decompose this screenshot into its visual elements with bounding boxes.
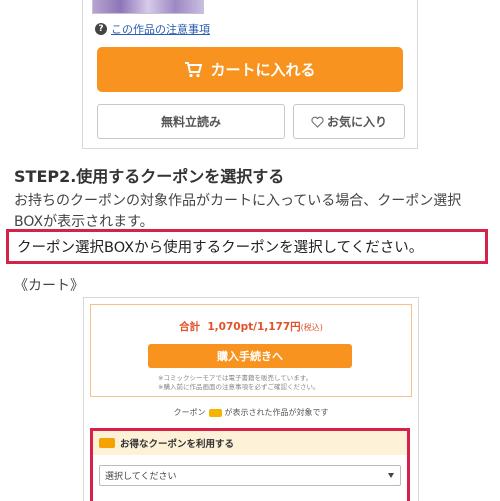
dropdown-arrow-icon [388,473,394,478]
highlighted-instruction: クーポン選択BOXから使用するクーポンを選択してください。 [6,229,488,264]
step-title: STEP2.使用するクーポンを選択する [14,167,285,186]
total-value: 1,070pt/1,177円 [207,321,301,333]
coupon-header: お得なクーポンを利用する [93,431,407,455]
free-trial-label: 無料立読み [160,115,221,129]
coupon-selection-box: お得なクーポンを利用する 選択してください [90,428,410,501]
checkout-label: 購入手続きへ [217,350,283,363]
coupon-ticket-icon [208,408,222,417]
coupon-target-after: が表示された作品が対象です [224,408,329,417]
total-prefix: 合計 [179,321,201,333]
product-card: ? この作品の注意事項 カートに入れる 無料立読み お気に入り [82,0,418,149]
total-tax: (税込) [300,323,323,332]
coupon-header-label: お得なクーポンを利用する [120,439,235,450]
highlighted-instruction-text: クーポン選択BOXから使用するクーポンを選択してください。 [17,240,424,256]
thumbnail-image [92,0,204,14]
coupon-select[interactable]: 選択してください [99,465,401,486]
notice-link-label: この作品の注意事項 [111,23,210,36]
cart-panel: 合計 1,070pt/1,177円(税込) 購入手続きへ ※コミックシーモアでは… [83,297,419,501]
question-icon: ? [95,23,107,35]
cart-section-label: 《カート》 [14,278,84,294]
cart-note-2: ※購入前に作品画面の注意事項を必ずご確認ください。 [158,383,320,391]
total-box: 合計 1,070pt/1,177円(税込) 購入手続きへ ※コミックシーモアでは… [90,304,412,397]
coupon-target-note: クーポン が表示された作品が対象です [84,407,418,418]
favorite-button[interactable]: お気に入り [293,104,405,139]
add-to-cart-button[interactable]: カートに入れる [97,47,403,92]
coupon-ticket-icon [99,438,115,448]
step-description: お持ちのクーポンの対象作品がカートに入っている場合、クーポン選択BOXが表示され… [14,193,462,227]
checkout-button[interactable]: 購入手続きへ [148,344,352,368]
heart-icon [311,116,324,128]
cart-icon [185,61,203,77]
free-trial-button[interactable]: 無料立読み [97,104,285,139]
cart-note-1: ※コミックシーモアでは電子書籍を販売しています。 [158,374,313,382]
coupon-select-value: 選択してください [105,472,177,482]
add-to-cart-label: カートに入れる [210,61,316,79]
cart-notes: ※コミックシーモアでは電子書籍を販売しています。 ※購入前に作品画面の注意事項を… [158,374,319,392]
notice-link[interactable]: ? この作品の注意事項 [95,21,210,37]
favorite-label: お気に入り [326,115,387,129]
coupon-target-before: クーポン [173,408,206,417]
total-line: 合計 1,070pt/1,177円(税込) [91,319,411,334]
